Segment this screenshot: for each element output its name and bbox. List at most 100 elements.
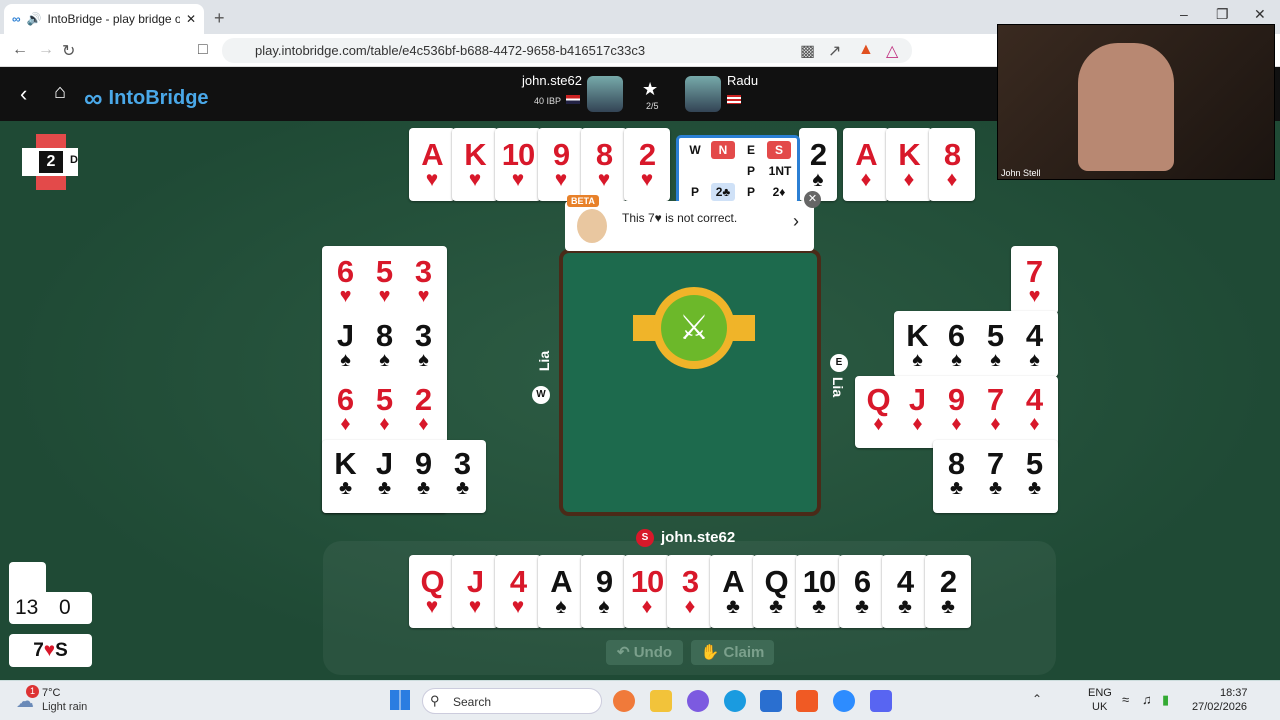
playing-card[interactable]: 3 ♠ [404, 312, 443, 376]
playing-card[interactable]: 2 ♥ [624, 128, 670, 201]
playing-card[interactable]: K ♣ [326, 440, 365, 504]
playing-card[interactable]: 5 ♣ [1015, 440, 1054, 504]
playing-card[interactable]: 7 ♣ [976, 440, 1015, 504]
battery-icon[interactable]: ▮ [1162, 692, 1169, 708]
file-explorer-icon[interactable] [650, 690, 672, 712]
close-icon[interactable]: ✕ [804, 191, 821, 208]
card-rank: 8 [375, 318, 394, 353]
undo-button[interactable]: ↶ Undo [606, 640, 683, 665]
back-button[interactable]: ‹ [20, 81, 27, 107]
playing-card[interactable]: 3 ♥ [404, 248, 443, 312]
chevron-right-icon[interactable]: › [793, 211, 799, 232]
playing-card[interactable]: 10 ♦ [624, 555, 670, 628]
bookmark-icon[interactable]: □ [198, 41, 208, 59]
minimize-button[interactable]: – [1180, 6, 1188, 22]
playing-card[interactable]: A ♣ [710, 555, 756, 628]
playing-card[interactable]: A ♥ [409, 128, 455, 201]
bidding-box[interactable]: W N E S P 1NT P 2♣ P 2♦ [676, 135, 800, 205]
playing-card[interactable]: J ♦ [898, 376, 937, 440]
copilot-icon[interactable] [613, 690, 635, 712]
claim-button[interactable]: ✋ Claim [691, 640, 774, 665]
playing-card[interactable]: 2 ♦ [404, 376, 443, 440]
close-tab-icon[interactable]: ✕ [186, 12, 196, 26]
playing-card[interactable]: 2 ♠ [799, 128, 837, 201]
wifi-icon[interactable]: ≈ [1122, 692, 1129, 707]
playing-card[interactable]: Q ♦ [859, 376, 898, 440]
playing-card[interactable]: A ♠ [538, 555, 584, 628]
copilot-app-icon[interactable] [687, 690, 709, 712]
playing-card[interactable]: 4 ♠ [1015, 312, 1054, 376]
edge-icon[interactable] [724, 690, 746, 712]
card-suit: ♣ [941, 595, 955, 618]
discord-icon[interactable] [870, 690, 892, 712]
playing-card[interactable]: 3 ♦ [667, 555, 713, 628]
intobridge-logo[interactable]: ∞ IntoBridge [84, 83, 209, 114]
share-icon[interactable]: ↗ [828, 41, 841, 61]
volume-icon[interactable]: ♫ [1142, 692, 1152, 707]
playing-card[interactable]: 9 ♥ [538, 128, 584, 201]
card-rank: A [722, 564, 744, 599]
playing-card[interactable]: K ♠ [898, 312, 937, 376]
clock-time[interactable]: 18:37 [1220, 687, 1248, 699]
browser-tab[interactable]: ∞ 🔊 IntoBridge - play bridge onlin ✕ [4, 4, 204, 34]
hint-popup[interactable]: BETA This 7♥ is not correct. › ✕ [565, 191, 821, 251]
maximize-button[interactable]: ❐ [1216, 6, 1229, 23]
playing-card[interactable]: 8 ♣ [937, 440, 976, 504]
trick-area[interactable]: ⚔ [559, 249, 821, 516]
zoom-icon[interactable] [833, 690, 855, 712]
playing-card[interactable]: 6 ♦ [326, 376, 365, 440]
playing-card[interactable]: 7 ♦ [976, 376, 1015, 440]
playing-card[interactable]: 10 ♥ [495, 128, 541, 201]
chevron-up-icon[interactable]: ⌃ [1032, 692, 1042, 706]
brave-icon[interactable] [796, 690, 818, 712]
playing-card[interactable]: A ♦ [843, 128, 889, 201]
playing-card[interactable]: 4 ♥ [495, 555, 541, 628]
clock-date[interactable]: 27/02/2026 [1192, 701, 1247, 713]
card-rank: Q [764, 564, 788, 599]
playing-card[interactable]: Q ♥ [409, 555, 455, 628]
playing-card[interactable]: 6 ♠ [937, 312, 976, 376]
playing-card[interactable]: J ♠ [326, 312, 365, 376]
brave-rewards-icon[interactable]: △ [886, 41, 898, 61]
lang-primary[interactable]: ENG [1088, 687, 1112, 699]
playing-card[interactable]: 4 ♣ [882, 555, 928, 628]
playing-card[interactable]: 3 ♣ [443, 440, 482, 504]
playing-card[interactable]: 9 ♠ [581, 555, 627, 628]
home-icon[interactable]: ⌂ [54, 81, 66, 104]
taskbar-search[interactable]: Search [422, 688, 602, 714]
playing-card[interactable]: K ♥ [452, 128, 498, 201]
forward-icon[interactable]: → [38, 41, 54, 59]
playing-card[interactable]: 8 ♥ [581, 128, 627, 201]
playing-card[interactable]: K ♦ [886, 128, 932, 201]
install-icon[interactable]: ▩ [800, 41, 815, 61]
playing-card[interactable]: 6 ♥ [326, 248, 365, 312]
lang-region[interactable]: UK [1092, 701, 1107, 713]
playing-card[interactable]: 2 ♣ [925, 555, 971, 628]
playing-card[interactable]: 5 ♥ [365, 248, 404, 312]
playing-card[interactable]: 8 ♠ [365, 312, 404, 376]
card-rank: K [898, 137, 920, 172]
calendar-star-icon[interactable]: ★ [642, 79, 658, 100]
playing-card[interactable]: 8 ♦ [929, 128, 975, 201]
windows-start-icon[interactable] [390, 690, 410, 710]
avatar[interactable] [587, 76, 623, 112]
back-icon[interactable]: ← [12, 41, 28, 59]
playing-card[interactable]: 10 ♣ [796, 555, 842, 628]
close-window-button[interactable]: ✕ [1254, 6, 1266, 23]
playing-card[interactable]: 6 ♣ [839, 555, 885, 628]
playing-card[interactable]: 5 ♠ [976, 312, 1015, 376]
playing-card[interactable]: 9 ♣ [404, 440, 443, 504]
reload-icon[interactable]: ↻ [62, 41, 75, 61]
playing-card[interactable]: J ♣ [365, 440, 404, 504]
playing-card[interactable]: J ♥ [452, 555, 498, 628]
avatar[interactable] [685, 76, 721, 112]
store-icon[interactable] [760, 690, 782, 712]
playing-card[interactable]: 5 ♦ [365, 376, 404, 440]
new-tab-button[interactable]: + [214, 8, 225, 29]
playing-card[interactable]: Q ♣ [753, 555, 799, 628]
brave-shield-icon[interactable]: ▲ [858, 41, 874, 59]
playing-card[interactable]: 9 ♦ [937, 376, 976, 440]
playing-card[interactable]: 7 ♥ [1015, 248, 1054, 312]
playing-card[interactable]: 4 ♦ [1015, 376, 1054, 440]
card-suit: ♦ [946, 168, 958, 191]
